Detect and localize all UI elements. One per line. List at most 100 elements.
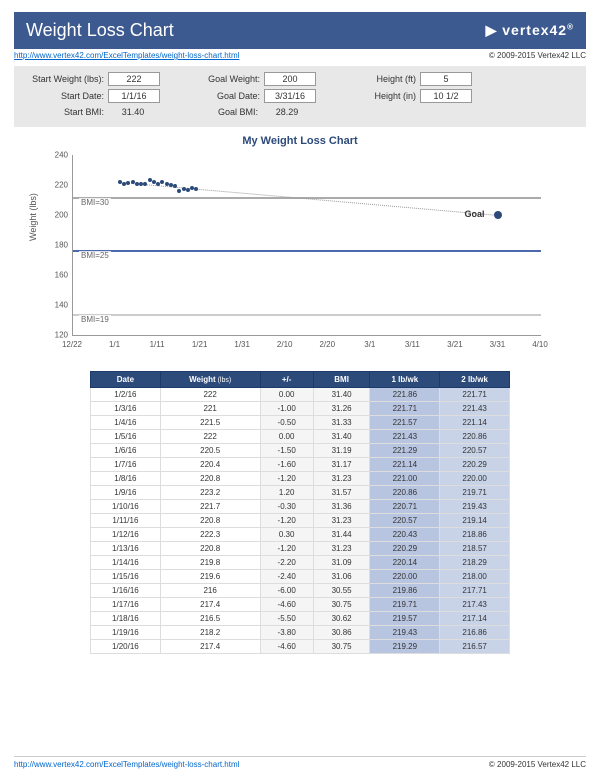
cell[interactable]: 30.75 xyxy=(313,598,370,612)
cell[interactable]: 1/5/16 xyxy=(91,430,161,444)
cell[interactable]: -1.20 xyxy=(260,514,313,528)
cell[interactable]: 31.23 xyxy=(313,472,370,486)
cell[interactable]: 1/2/16 xyxy=(91,388,161,402)
cell[interactable]: 31.19 xyxy=(313,444,370,458)
cell[interactable]: 220.43 xyxy=(370,528,440,542)
cell[interactable]: 220.00 xyxy=(440,472,510,486)
cell[interactable]: -1.20 xyxy=(260,472,313,486)
cell[interactable]: 218.29 xyxy=(440,556,510,570)
cell[interactable]: 221.14 xyxy=(440,416,510,430)
cell[interactable]: 30.62 xyxy=(313,612,370,626)
cell[interactable]: 222 xyxy=(160,388,260,402)
cell[interactable]: 220.71 xyxy=(370,500,440,514)
cell[interactable]: 1/14/16 xyxy=(91,556,161,570)
cell[interactable]: 1/3/16 xyxy=(91,402,161,416)
cell[interactable]: 219.8 xyxy=(160,556,260,570)
cell[interactable]: 0.00 xyxy=(260,430,313,444)
cell[interactable]: 221.57 xyxy=(370,416,440,430)
cell[interactable]: 219.6 xyxy=(160,570,260,584)
cell[interactable]: 220.8 xyxy=(160,514,260,528)
cell[interactable]: 1/11/16 xyxy=(91,514,161,528)
cell[interactable]: 31.57 xyxy=(313,486,370,500)
cell[interactable]: 220.86 xyxy=(440,430,510,444)
cell[interactable]: 30.75 xyxy=(313,640,370,654)
cell[interactable]: 219.43 xyxy=(370,626,440,640)
cell[interactable]: 217.4 xyxy=(160,640,260,654)
cell[interactable]: 1/18/16 xyxy=(91,612,161,626)
cell[interactable]: 31.36 xyxy=(313,500,370,514)
cell[interactable]: -0.30 xyxy=(260,500,313,514)
cell[interactable]: 218.00 xyxy=(440,570,510,584)
cell[interactable]: 31.17 xyxy=(313,458,370,472)
footer-link[interactable]: http://www.vertex42.com/ExcelTemplates/w… xyxy=(14,760,239,769)
cell[interactable]: 31.09 xyxy=(313,556,370,570)
cell[interactable]: 216 xyxy=(160,584,260,598)
cell[interactable]: 31.33 xyxy=(313,416,370,430)
cell[interactable]: 1/4/16 xyxy=(91,416,161,430)
cell[interactable]: 1/16/16 xyxy=(91,584,161,598)
cell[interactable]: 221.71 xyxy=(370,402,440,416)
cell[interactable]: 217.71 xyxy=(440,584,510,598)
cell[interactable]: 30.55 xyxy=(313,584,370,598)
cell[interactable]: 1/17/16 xyxy=(91,598,161,612)
cell[interactable]: 1/15/16 xyxy=(91,570,161,584)
cell[interactable]: 220.00 xyxy=(370,570,440,584)
cell[interactable]: 219.43 xyxy=(440,500,510,514)
cell[interactable]: 1/6/16 xyxy=(91,444,161,458)
cell[interactable]: 220.29 xyxy=(440,458,510,472)
cell[interactable]: 1/7/16 xyxy=(91,458,161,472)
cell[interactable]: -4.60 xyxy=(260,640,313,654)
height-ft-input[interactable]: 5 xyxy=(420,72,472,86)
cell[interactable]: 217.14 xyxy=(440,612,510,626)
cell[interactable]: 1/8/16 xyxy=(91,472,161,486)
cell[interactable]: 1/9/16 xyxy=(91,486,161,500)
cell[interactable]: 30.86 xyxy=(313,626,370,640)
cell[interactable]: 220.57 xyxy=(370,514,440,528)
cell[interactable]: 31.40 xyxy=(313,388,370,402)
cell[interactable]: 219.71 xyxy=(370,598,440,612)
cell[interactable]: 222.3 xyxy=(160,528,260,542)
cell[interactable]: 221.00 xyxy=(370,472,440,486)
cell[interactable]: 220.5 xyxy=(160,444,260,458)
cell[interactable]: 221.86 xyxy=(370,388,440,402)
cell[interactable]: 217.43 xyxy=(440,598,510,612)
cell[interactable]: 31.06 xyxy=(313,570,370,584)
cell[interactable]: 31.26 xyxy=(313,402,370,416)
cell[interactable]: 216.57 xyxy=(440,640,510,654)
cell[interactable]: 0.30 xyxy=(260,528,313,542)
cell[interactable]: 221.71 xyxy=(440,388,510,402)
start-date-input[interactable]: 1/1/16 xyxy=(108,89,160,103)
cell[interactable]: 216.86 xyxy=(440,626,510,640)
cell[interactable]: 219.71 xyxy=(440,486,510,500)
goal-date-input[interactable]: 3/31/16 xyxy=(264,89,316,103)
cell[interactable]: 218.2 xyxy=(160,626,260,640)
cell[interactable]: -2.40 xyxy=(260,570,313,584)
cell[interactable]: 220.14 xyxy=(370,556,440,570)
cell[interactable]: 31.40 xyxy=(313,430,370,444)
cell[interactable]: 1/12/16 xyxy=(91,528,161,542)
cell[interactable]: 221.29 xyxy=(370,444,440,458)
cell[interactable]: 0.00 xyxy=(260,388,313,402)
cell[interactable]: 220.86 xyxy=(370,486,440,500)
cell[interactable]: -4.60 xyxy=(260,598,313,612)
cell[interactable]: 223.2 xyxy=(160,486,260,500)
cell[interactable]: 221.14 xyxy=(370,458,440,472)
cell[interactable]: 221.7 xyxy=(160,500,260,514)
cell[interactable]: 218.86 xyxy=(440,528,510,542)
cell[interactable]: 220.57 xyxy=(440,444,510,458)
cell[interactable]: -1.50 xyxy=(260,444,313,458)
cell[interactable]: 219.29 xyxy=(370,640,440,654)
cell[interactable]: 216.5 xyxy=(160,612,260,626)
cell[interactable]: 1.20 xyxy=(260,486,313,500)
cell[interactable]: 220.8 xyxy=(160,542,260,556)
cell[interactable]: 217.4 xyxy=(160,598,260,612)
cell[interactable]: 31.23 xyxy=(313,514,370,528)
cell[interactable]: 219.86 xyxy=(370,584,440,598)
cell[interactable]: 1/13/16 xyxy=(91,542,161,556)
cell[interactable]: -1.00 xyxy=(260,402,313,416)
cell[interactable]: 1/20/16 xyxy=(91,640,161,654)
cell[interactable]: 221 xyxy=(160,402,260,416)
cell[interactable]: 219.57 xyxy=(370,612,440,626)
cell[interactable]: 31.23 xyxy=(313,542,370,556)
cell[interactable]: 221.5 xyxy=(160,416,260,430)
